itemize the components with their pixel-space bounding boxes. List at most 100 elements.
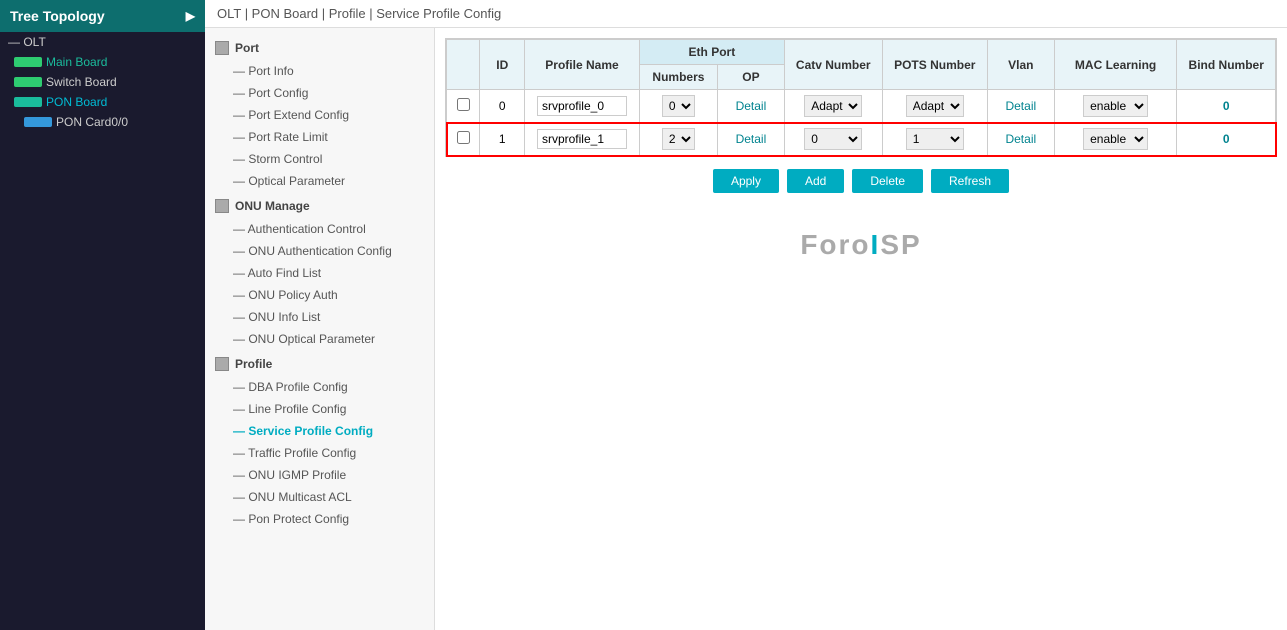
- row0-catv-cell: Adapt 0 1: [784, 90, 882, 123]
- row0-checkbox-cell: [447, 90, 480, 123]
- col-header-eth-numbers: Numbers: [639, 65, 717, 90]
- row1-checkbox[interactable]: [457, 131, 470, 144]
- pon-board-label: PON Board: [46, 95, 107, 109]
- watermark: ForoISP: [445, 199, 1277, 271]
- row0-vlan-detail-link[interactable]: Detail: [1005, 99, 1036, 113]
- left-nav: Port — Port Info — Port Config — Port Ex…: [205, 28, 435, 630]
- pon-board-icon: [14, 97, 42, 107]
- nav-item-onu-info-list[interactable]: — ONU Info List: [205, 306, 434, 328]
- nav-item-auto-find-list[interactable]: — Auto Find List: [205, 262, 434, 284]
- nav-item-onu-igmp-profile[interactable]: — ONU IGMP Profile: [205, 464, 434, 486]
- profile-section-icon: [215, 357, 229, 371]
- breadcrumb-text: OLT | PON Board | Profile | Service Prof…: [217, 6, 501, 21]
- watermark-suffix: SP: [880, 229, 921, 260]
- pon-card-label: PON Card0/0: [56, 115, 128, 129]
- delete-button[interactable]: Delete: [852, 169, 923, 193]
- olt-label: — OLT: [8, 35, 46, 49]
- table-row: 1 0 1 2 3: [447, 123, 1276, 156]
- row1-catv-select[interactable]: Adapt 0 1: [804, 128, 862, 150]
- row0-pots-cell: Adapt 0 1: [882, 90, 987, 123]
- onu-manage-section-label: ONU Manage: [235, 199, 310, 213]
- port-section-label: Port: [235, 41, 259, 55]
- pon-card-icon: [24, 117, 52, 127]
- refresh-button[interactable]: Refresh: [931, 169, 1009, 193]
- profile-section-label: Profile: [235, 357, 272, 371]
- row0-profile-name: [525, 90, 640, 123]
- row1-eth-numbers-select[interactable]: 0 1 2 3: [662, 128, 695, 150]
- nav-item-onu-policy-auth[interactable]: — ONU Policy Auth: [205, 284, 434, 306]
- row0-checkbox[interactable]: [457, 98, 470, 111]
- row0-profile-name-input[interactable]: [537, 96, 627, 116]
- breadcrumb-bar: OLT | PON Board | Profile | Service Prof…: [205, 0, 1287, 28]
- col-header-eth-port: Eth Port: [639, 40, 784, 65]
- col-header-catv-number: Catv Number: [784, 40, 882, 90]
- row1-checkbox-cell: [447, 123, 480, 156]
- nav-section-profile-header[interactable]: Profile: [205, 352, 434, 376]
- switch-board-icon: [14, 77, 42, 87]
- nav-section-onu-manage: ONU Manage — Authentication Control — ON…: [205, 194, 434, 350]
- row0-catv-select[interactable]: Adapt 0 1: [804, 95, 862, 117]
- row1-detail-link[interactable]: Detail: [736, 132, 767, 146]
- nav-item-pon-protect-config[interactable]: — Pon Protect Config: [205, 508, 434, 530]
- nav-section-onu-manage-header[interactable]: ONU Manage: [205, 194, 434, 218]
- main-panel: OLT | PON Board | Profile | Service Prof…: [205, 0, 1287, 630]
- col-header-eth-op: OP: [717, 65, 784, 90]
- row0-detail-link[interactable]: Detail: [736, 99, 767, 113]
- tree-node-pon-board[interactable]: PON Board: [0, 92, 205, 112]
- row1-mac-select[interactable]: enable disable: [1083, 128, 1148, 150]
- tree-node-pon-card[interactable]: PON Card0/0: [0, 112, 205, 132]
- service-profile-table: ID Profile Name Eth Port Catv Number POT…: [446, 39, 1276, 156]
- sidebar-header: Tree Topology ▶: [0, 0, 205, 32]
- nav-section-port: Port — Port Info — Port Config — Port Ex…: [205, 36, 434, 192]
- nav-item-storm-control[interactable]: — Storm Control: [205, 148, 434, 170]
- row1-vlan-detail-link[interactable]: Detail: [1005, 132, 1036, 146]
- add-button[interactable]: Add: [787, 169, 844, 193]
- nav-section-profile: Profile — DBA Profile Config — Line Prof…: [205, 352, 434, 530]
- row1-id: 1: [480, 123, 525, 156]
- row1-catv-cell: Adapt 0 1: [784, 123, 882, 156]
- tree-node-olt[interactable]: — OLT: [0, 32, 205, 52]
- row1-vlan-cell: Detail: [987, 123, 1054, 156]
- nav-item-optical-parameter[interactable]: — Optical Parameter: [205, 170, 434, 192]
- row1-profile-name-input[interactable]: [537, 129, 627, 149]
- row1-pots-select[interactable]: Adapt 0 1: [906, 128, 964, 150]
- row0-eth-numbers-cell: 0 1 2 3: [639, 90, 717, 123]
- col-header-mac-learning: MAC Learning: [1054, 40, 1177, 90]
- nav-item-onu-authentication-config[interactable]: — ONU Authentication Config: [205, 240, 434, 262]
- row1-bind-number: 0: [1177, 123, 1276, 156]
- sidebar-collapse-arrow[interactable]: ▶: [186, 9, 195, 23]
- nav-item-port-config[interactable]: — Port Config: [205, 82, 434, 104]
- watermark-prefix: Foro: [800, 229, 870, 260]
- row1-eth-numbers-cell: 0 1 2 3: [639, 123, 717, 156]
- row1-profile-name: [525, 123, 640, 156]
- table-row: 0 0 1 2 3: [447, 90, 1276, 123]
- row0-mac-select[interactable]: enable disable: [1083, 95, 1148, 117]
- nav-item-service-profile-config[interactable]: — Service Profile Config: [205, 420, 434, 442]
- apply-button[interactable]: Apply: [713, 169, 779, 193]
- nav-item-traffic-profile-config[interactable]: — Traffic Profile Config: [205, 442, 434, 464]
- watermark-highlight: I: [871, 229, 881, 260]
- nav-item-line-profile-config[interactable]: — Line Profile Config: [205, 398, 434, 420]
- nav-item-port-info[interactable]: — Port Info: [205, 60, 434, 82]
- nav-item-dba-profile-config[interactable]: — DBA Profile Config: [205, 376, 434, 398]
- col-header-pots-number: POTS Number: [882, 40, 987, 90]
- content-area: Port — Port Info — Port Config — Port Ex…: [205, 28, 1287, 630]
- nav-item-onu-multicast-acl[interactable]: — ONU Multicast ACL: [205, 486, 434, 508]
- nav-item-onu-optical-parameter[interactable]: — ONU Optical Parameter: [205, 328, 434, 350]
- col-header-checkbox: [447, 40, 480, 90]
- nav-item-authentication-control[interactable]: — Authentication Control: [205, 218, 434, 240]
- nav-item-port-extend-config[interactable]: — Port Extend Config: [205, 104, 434, 126]
- nav-item-port-rate-limit[interactable]: — Port Rate Limit: [205, 126, 434, 148]
- tree-node-main-board[interactable]: Main Board: [0, 52, 205, 72]
- nav-section-port-header[interactable]: Port: [205, 36, 434, 60]
- right-content: ID Profile Name Eth Port Catv Number POT…: [435, 28, 1287, 630]
- sidebar-title: Tree Topology: [10, 8, 105, 24]
- col-header-vlan: Vlan: [987, 40, 1054, 90]
- row1-eth-op: Detail: [717, 123, 784, 156]
- tree-node-switch-board[interactable]: Switch Board: [0, 72, 205, 92]
- row0-bind-number: 0: [1177, 90, 1276, 123]
- row0-pots-select[interactable]: Adapt 0 1: [906, 95, 964, 117]
- col-header-id: ID: [480, 40, 525, 90]
- service-profile-table-container: ID Profile Name Eth Port Catv Number POT…: [445, 38, 1277, 157]
- row0-eth-numbers-select[interactable]: 0 1 2 3: [662, 95, 695, 117]
